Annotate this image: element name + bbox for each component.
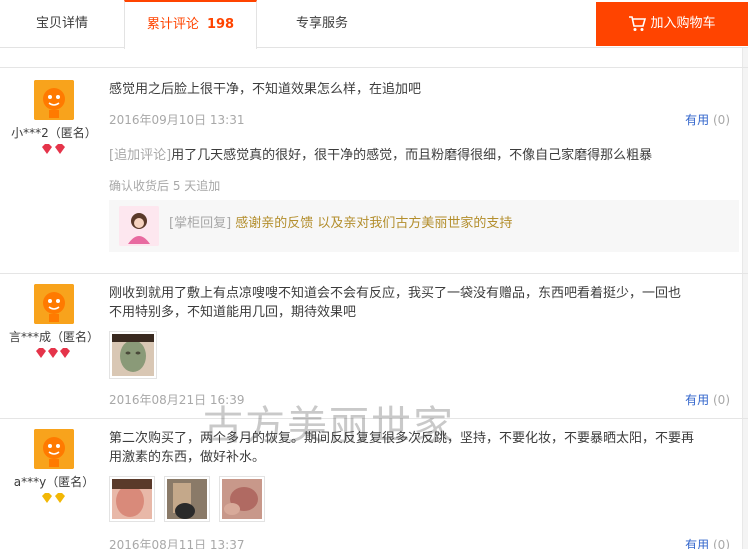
reviewer-info: 小***2（匿名） [0,80,108,155]
useful-vote[interactable]: 有用 (0) [685,111,730,128]
shopping-cart-icon [629,16,647,31]
reply-tag: [掌柜回复] [169,216,232,231]
gold-diamond-icon [42,493,65,503]
review-text-line: 刚收到就用了敷上有点凉嗖嗖不知道会不会有反应，我买了一袋没有赠品，东西吧看着挺少… [109,286,682,301]
reviewer-name[interactable]: 小***2（匿名） [0,124,108,141]
appended-review: [追加评论]用了几天感觉真的很好，很干净的感觉，而且粉磨得很细，不像自己家磨得那… [109,146,739,165]
review-content: 感觉用之后脸上很干净，不知道效果怎么样，在追加吧 [109,80,739,99]
review-photo[interactable] [219,476,265,522]
useful-link[interactable]: 有用 [685,113,709,127]
buyer-rank [0,347,108,359]
seller-reply: [掌柜回复] 感谢亲的反馈 以及亲对我们古方美丽世家的支持 [109,200,739,252]
useful-count: (0) [713,538,730,549]
append-text: 用了几天感觉真的很好，很干净的感觉，而且粉磨得很细，不像自己家磨得那么粗暴 [171,148,653,163]
red-diamond-icon [42,144,65,154]
add-to-cart-label: 加入购物车 [650,16,716,31]
avatar-icon [34,284,74,324]
review-item: 小***2（匿名） 感觉用之后脸上很干净，不知道效果怎么样，在追加吧 2016年… [0,68,742,273]
seller-avatar-icon [119,206,159,246]
append-meta: 确认收货后 5 天追加 [109,179,221,193]
reply-body: 感谢亲的反馈 以及亲对我们古方美丽世家的支持 [235,216,513,231]
useful-count: (0) [713,393,730,407]
add-to-cart-button[interactable]: 加入购物车 [596,2,748,46]
buyer-rank [0,492,108,504]
watermark: 古方美丽世家 [203,403,455,449]
review-text-line: 不用特别多，不知道能用几回，期待效果吧 [109,305,357,320]
review-photo[interactable] [164,476,210,522]
tab-product-details[interactable]: 宝贝详情 [0,0,124,48]
reviewer-name[interactable]: a***y（匿名） [0,473,108,490]
useful-link[interactable]: 有用 [685,393,709,407]
review-photo[interactable] [109,476,155,522]
face-mask-photo-icon [112,334,154,376]
tab-reviews-label: 累计评论 [146,17,199,32]
tab-reviews[interactable]: 累计评论 198 [124,0,257,49]
buyer-rank [0,143,108,155]
useful-count: (0) [713,113,730,127]
review-date: 2016年09月10日 13:31 [109,113,245,127]
review-date: 2016年08月11日 13:37 [109,538,245,549]
useful-vote[interactable]: 有用 (0) [685,536,730,549]
reviewer-name[interactable]: 言***成（匿名） [0,328,108,345]
useful-vote[interactable]: 有用 (0) [685,391,730,408]
review-count: 198 [206,17,235,32]
reviewer-info: a***y（匿名） [0,429,108,504]
avatar-icon [34,429,74,469]
seller-reply-text: [掌柜回复] 感谢亲的反馈 以及亲对我们古方美丽世家的支持 [169,212,512,231]
red-diamond-icon [36,348,70,358]
review-photo[interactable] [109,331,157,379]
avatar-icon [34,80,74,120]
tab-bar: 宝贝详情 累计评论 198 专享服务 加入购物车 [0,0,748,49]
review-text: 刚收到就用了敷上有点凉嗖嗖不知道会不会有反应，我买了一袋没有赠品，东西吧看着挺少… [109,284,739,322]
append-tag: [追加评论] [109,148,172,163]
tab-exclusive-service[interactable]: 专享服务 [257,0,387,48]
useful-link[interactable]: 有用 [685,538,709,549]
scrollbar-track[interactable] [742,48,748,549]
reviewer-info: 言***成（匿名） [0,284,108,359]
skin-photo-icon [112,479,152,519]
skin-photo-icon [222,479,262,519]
skin-photo-icon [167,479,207,519]
review-text: 感觉用之后脸上很干净，不知道效果怎么样，在追加吧 [109,82,422,97]
